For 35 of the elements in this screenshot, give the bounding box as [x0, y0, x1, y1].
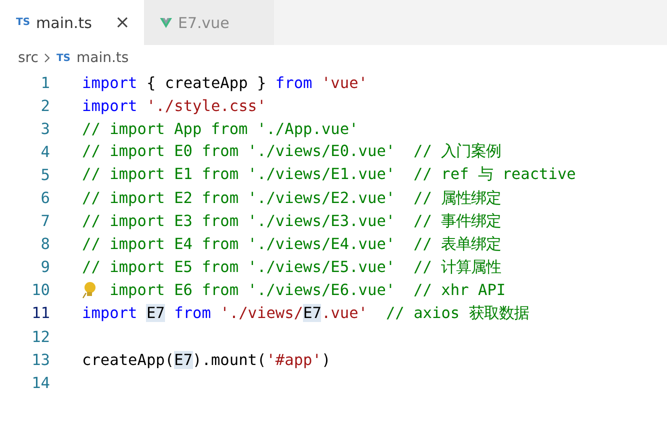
lightbulb-icon[interactable]: [82, 281, 96, 300]
vue-file-icon: [160, 18, 172, 28]
code-line: // import App from './App.vue': [82, 120, 358, 138]
line-number: 3: [40, 120, 50, 138]
line-number: 1: [40, 74, 50, 92]
line-number: 14: [30, 374, 50, 392]
code-line: import { createApp } from 'vue': [82, 74, 368, 92]
typescript-file-icon: TS: [16, 17, 30, 28]
line-number: 12: [30, 328, 50, 346]
code-line: // import E3 from './views/E3.vue' // 事件绑定: [82, 210, 502, 232]
code-line: createApp(E7).mount('#app'): [82, 350, 331, 369]
line-number: 11: [30, 304, 50, 322]
code-line: // import E2 from './views/E2.vue' // 属性绑定: [82, 188, 502, 209]
editor-tab[interactable]: TS main.ts ×: [0, 0, 144, 45]
code-line: // import E5 from './views/E5.vue' // 计算属性: [82, 256, 502, 278]
code-line: import E6 from './views/E6.vue' // xhr API: [110, 281, 506, 300]
line-number: 10: [30, 281, 50, 300]
line-number: 8: [40, 235, 50, 254]
line-number: 4: [40, 142, 50, 161]
line-number: 5: [40, 166, 50, 184]
close-icon[interactable]: ×: [114, 12, 130, 33]
line-number: 2: [40, 96, 50, 115]
breadcrumb-folder[interactable]: src: [18, 50, 38, 66]
code-line: // import E1 from './views/E1.vue' // ref 与 reactive: [82, 164, 576, 186]
line-number: 7: [40, 212, 50, 230]
chevron-icon: [44, 53, 50, 63]
line-number: 6: [40, 189, 50, 208]
code-line: // import E4 from './views/E4.vue' // 表单绑定: [82, 234, 502, 255]
breadcrumb-file[interactable]: main.ts: [76, 50, 129, 66]
line-number: 9: [40, 258, 50, 276]
code-line: import './style.css': [82, 96, 266, 115]
code-line: // import E0 from './views/E0.vue' // 入门案例: [82, 141, 502, 162]
typescript-file-icon: TS: [56, 52, 70, 64]
code-line: import E7 from './views/E7.vue' // axios 获取数据: [82, 302, 529, 324]
line-number: 13: [30, 350, 50, 369]
